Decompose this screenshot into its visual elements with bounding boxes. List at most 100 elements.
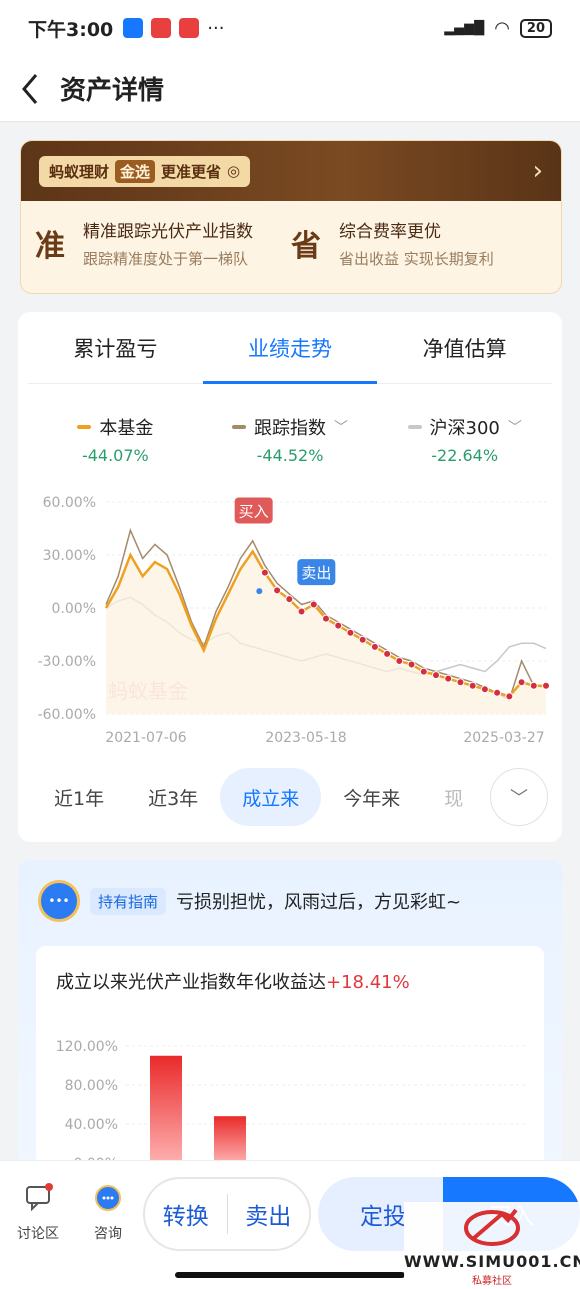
legend-name: 本基金 [99, 418, 154, 439]
trade-point [456, 678, 465, 687]
period-selector: 近1年 近3年 成立来 今年来 现 ﹀ [32, 768, 548, 826]
promo-feature-accurate: 准 精准跟踪光伏产业指数 跟踪精准度处于第一梯队 [35, 217, 291, 269]
consult-button[interactable]: 咨询 [78, 1183, 138, 1243]
y-tick-label: 40.00% [65, 1117, 118, 1133]
legend-swatch [77, 425, 92, 429]
nav-bar: 资产详情 [0, 56, 580, 122]
x-tick-label: 2021-07-06 [105, 730, 186, 746]
annualized-return-title: 成立以来光伏产业指数年化收益达+18.41% [56, 968, 524, 994]
trade-point [407, 660, 416, 669]
legend-swatch [407, 425, 422, 429]
return-bar [150, 1055, 182, 1163]
sell-button[interactable]: 卖出 [228, 1197, 310, 1231]
status-bar: 下午3:00 ··· ▂▄▆█ ◠ 20 [0, 0, 580, 56]
y-tick-label: -30.00% [38, 654, 96, 670]
legend-fund: 本基金 -44.07% [28, 414, 203, 465]
promo-feature-title: 精准跟踪光伏产业指数 [83, 222, 253, 242]
period-since-inception[interactable]: 成立来 [220, 768, 322, 826]
sell-point [256, 588, 263, 595]
guide-header: ••• 持有指南 亏损别担忧，风雨过后，方见彩虹~ [18, 860, 562, 942]
tab-performance-trend[interactable]: 业绩走势 [202, 312, 378, 384]
wifi-icon: ◠ [494, 17, 510, 39]
y-tick-label: -60.00% [38, 707, 96, 723]
y-tick-label: 30.00% [43, 548, 96, 564]
x-tick-label: 2023-05-18 [265, 730, 346, 746]
watermark-logo-icon [464, 1208, 520, 1246]
notification-app-icon-2 [179, 18, 200, 38]
chevron-down-icon: ﹀ [507, 420, 522, 436]
period-current[interactable]: 现 [422, 768, 485, 826]
return-bar [214, 1116, 246, 1163]
sell-marker: 卖出 [297, 559, 336, 586]
period-1y[interactable]: 近1年 [32, 768, 126, 826]
signal-icon: ▂▄▆█ [444, 20, 485, 36]
promo-feature-sub: 省出收益 实现长期复利 [339, 250, 494, 268]
battery-icon: 20 [519, 18, 552, 38]
chevron-down-icon: ﹀ [510, 788, 528, 809]
guide-text: 亏损别担忧，风雨过后，方见彩虹~ [176, 892, 462, 913]
annualized-return-value: +18.41% [326, 972, 410, 993]
consult-label: 咨询 [94, 1226, 122, 1242]
target-icon: ◎ [227, 162, 241, 180]
guide-tag: 持有指南 [90, 887, 167, 915]
alipay-app-icon [123, 18, 144, 38]
promo-header: 蚂蚁理财 金选 更准更省 ◎ › [21, 141, 561, 201]
trade-point [468, 681, 477, 690]
period-ytd[interactable]: 今年来 [321, 768, 422, 826]
site-watermark: WWW.SIMU001.CN 私募社区 [404, 1202, 580, 1289]
page-title: 资产详情 [60, 76, 165, 106]
period-more-button[interactable]: ﹀ [490, 768, 548, 826]
legend-name: 沪深300 [429, 418, 500, 439]
trade-point [334, 621, 343, 630]
promo-feature-title: 综合费率更优 [339, 222, 441, 242]
y-tick-label: 120.00% [56, 1039, 118, 1055]
trade-point [358, 635, 367, 644]
trade-point [395, 657, 404, 665]
assistant-bot-icon: ••• [38, 880, 80, 922]
watermark-url: WWW.SIMU001.CN [404, 1252, 580, 1271]
convert-button[interactable]: 转换 [145, 1197, 227, 1231]
trade-point [419, 667, 428, 676]
legend-tracking-index[interactable]: 跟踪指数 ﹀ -44.52% [203, 414, 378, 465]
legend-csi300[interactable]: 沪深300 ﹀ -22.64% [377, 414, 552, 465]
trade-point [322, 614, 330, 623]
performance-line-chart[interactable]: 60.00% 30.00% 0.00% -30.00% -60.00% 2021-07-0… [18, 482, 562, 752]
discuss-button[interactable]: 讨论区 [8, 1183, 68, 1243]
assistant-bot-icon [95, 1185, 121, 1211]
trade-point [529, 681, 538, 690]
trade-point [383, 649, 392, 658]
more-notifications-icon: ··· [207, 17, 225, 39]
trade-point [517, 678, 526, 687]
legend-swatch [232, 425, 246, 429]
legend-name: 跟踪指数 [254, 418, 326, 439]
y-tick-label: 80.00% [65, 1078, 118, 1094]
chevron-down-icon: ﹀ [334, 420, 348, 436]
trade-point [444, 674, 453, 683]
trade-point [480, 685, 489, 694]
promo-banner[interactable]: 蚂蚁理财 金选 更准更省 ◎ › 准 精准跟踪光伏产业指数 跟踪精准度处于第一梯… [20, 140, 562, 294]
trade-point [493, 688, 502, 697]
period-3y[interactable]: 近3年 [126, 768, 220, 826]
tab-nav-estimate[interactable]: 净值估算 [377, 312, 552, 383]
trade-point [346, 628, 355, 637]
promo-brand: 蚂蚁理财 [49, 162, 110, 181]
index-return-bar-chart: 120.00%80.00%40.00%0.00% [56, 1039, 526, 1166]
home-indicator[interactable] [175, 1272, 405, 1278]
convert-sell-group: 转换 卖出 [143, 1177, 311, 1251]
annualized-return-label: 成立以来光伏产业指数年化收益达 [56, 972, 326, 993]
promo-body: 准 精准跟踪光伏产业指数 跟踪精准度处于第一梯队 省 综合费率更优 省出收益 实… [21, 201, 561, 285]
back-button[interactable] [0, 56, 60, 122]
chart-legend: 本基金 -44.07% 跟踪指数 ﹀ -44.52% 沪深300 ﹀ -22.64% [18, 384, 562, 465]
chevron-left-icon [22, 73, 38, 104]
buy-marker-label: 买入 [239, 502, 269, 520]
trade-point [285, 595, 294, 604]
tab-cumulative-pnl[interactable]: 累计盈亏 [28, 312, 203, 383]
trade-point [297, 607, 306, 616]
promo-pill: 蚂蚁理财 金选 更准更省 ◎ [39, 155, 251, 187]
chat-bubble-icon [26, 1183, 53, 1212]
promo-badge: 金选 [115, 159, 156, 183]
promo-slogan: 更准更省 [161, 162, 222, 181]
save-mark-icon: 省 [291, 229, 321, 264]
trade-point [309, 600, 318, 609]
trade-point [505, 692, 514, 701]
